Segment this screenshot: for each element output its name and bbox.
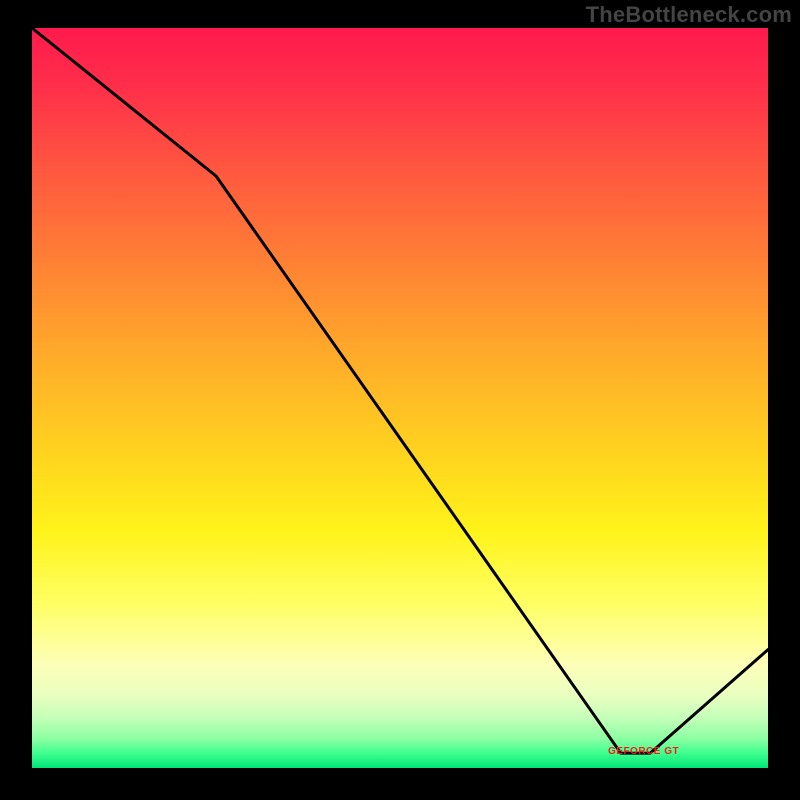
curve-layer — [32, 28, 768, 768]
bottleneck-curve-path — [32, 28, 768, 753]
watermark-text: TheBottleneck.com — [586, 2, 792, 28]
chart-stage: TheBottleneck.com GEFORCE GT — [0, 0, 800, 800]
plot-frame: GEFORCE GT — [28, 28, 772, 772]
gpu-label: GEFORCE GT — [608, 746, 679, 757]
